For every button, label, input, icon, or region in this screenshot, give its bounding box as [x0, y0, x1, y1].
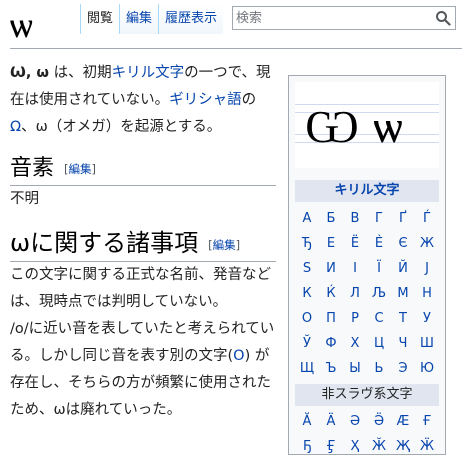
- letter-link[interactable]: Ъ: [319, 356, 343, 381]
- letter-link[interactable]: П: [319, 306, 343, 331]
- letter-link[interactable]: Ҳ: [343, 434, 367, 454]
- section-heading-facts: ѡに関する諸事項 [編集]: [10, 229, 276, 262]
- letter-link[interactable]: Ӕ: [391, 409, 415, 434]
- letter-link[interactable]: В: [343, 206, 367, 231]
- tab-history[interactable]: 履歴表示: [158, 4, 224, 34]
- letter-link[interactable]: Ғ: [415, 409, 439, 434]
- link-omega[interactable]: Ω: [10, 119, 21, 135]
- letter-link[interactable]: І: [343, 256, 367, 281]
- letter-link[interactable]: Ѓ: [415, 206, 439, 231]
- letter-link[interactable]: Й: [391, 256, 415, 281]
- letter-link[interactable]: Ӻ: [319, 434, 343, 454]
- letter-link[interactable]: Г: [367, 206, 391, 231]
- search-icon[interactable]: [435, 10, 451, 26]
- letter-link[interactable]: Ә: [343, 409, 367, 434]
- letter-link[interactable]: Ї: [367, 256, 391, 281]
- glyph-text: Ѡ ѡ: [305, 99, 403, 153]
- search-box: [232, 6, 456, 30]
- non-slavic-letter-grid: ӐӒӘӚӔҒ ҔӺҲӁҖӜ: [295, 409, 439, 454]
- letter-link[interactable]: Р: [343, 306, 367, 331]
- letter-link[interactable]: Ф: [319, 331, 343, 356]
- edit-section-button[interactable]: 編集: [69, 162, 92, 176]
- letter-link[interactable]: О: [295, 306, 319, 331]
- page-title: ѡ: [10, 5, 33, 46]
- letter-link[interactable]: М: [391, 281, 415, 306]
- letter-link[interactable]: Ю: [415, 356, 439, 381]
- section-paragraph: /o/に近い音を表していたと考えられている。しかし同じ音を表す別の文字(О) が…: [10, 316, 276, 424]
- intro-text: 、ω（オメガ）を起源とする。: [21, 119, 222, 135]
- letter-link[interactable]: Ѐ: [367, 231, 391, 256]
- letter-link[interactable]: Ў: [295, 331, 319, 356]
- letter-link[interactable]: Ґ: [391, 206, 415, 231]
- section-heading-text: ѡに関する諸事項: [10, 229, 199, 257]
- letter-link[interactable]: С: [367, 306, 391, 331]
- letter-link[interactable]: Љ: [367, 281, 391, 306]
- letter-link[interactable]: Ӂ: [367, 434, 391, 454]
- letter-link[interactable]: Ӝ: [415, 434, 439, 454]
- letter-link[interactable]: К: [295, 281, 319, 306]
- letter-link[interactable]: Ӛ: [367, 409, 391, 434]
- letter-link[interactable]: Л: [343, 281, 367, 306]
- section-heading-phoneme: 音素 [編集]: [10, 155, 276, 186]
- view-tabs: 閲覧 編集 履歴表示: [80, 4, 224, 34]
- search-input[interactable]: [236, 9, 436, 27]
- intro-text: の: [241, 92, 257, 108]
- cyrillic-letter-grid: АБВГҐЃ ЂЕЁЀЄЖ ЅИІЇЙЈ КЌЛЉМН ОПРСТУ ЎФХЦЧШ ЩЪЫЬ…: [295, 206, 439, 381]
- tab-read[interactable]: 閲覧: [80, 4, 120, 34]
- letter-link[interactable]: А: [295, 206, 319, 231]
- letter-link[interactable]: Н: [415, 281, 439, 306]
- letter-link[interactable]: Ж: [415, 231, 439, 256]
- letter-link[interactable]: Ш: [415, 331, 439, 356]
- intro-paragraph: Ѡ, ѡ は、初期キリル文字の一つで、現在は使用されていない。ギリシャ語のΩ、ω…: [10, 60, 276, 141]
- letter-link[interactable]: Є: [391, 231, 415, 256]
- infobox-header-non-slavic: 非スラヴ系文字: [295, 384, 439, 406]
- link-greek[interactable]: ギリシャ語: [169, 92, 242, 108]
- intro-text: は、初期: [49, 65, 112, 81]
- title-divider: [10, 48, 462, 49]
- section-paragraph: この文字に関する正式な名前、発音などは、現時点では判明していない。: [10, 267, 271, 310]
- letter-link[interactable]: Ё: [343, 231, 367, 256]
- section-heading-text: 音素: [10, 156, 55, 181]
- letter-link[interactable]: Е: [319, 231, 343, 256]
- edit-section-link: [編集]: [208, 238, 241, 252]
- letter-link[interactable]: Щ: [295, 356, 319, 381]
- article-body: Ѡ, ѡ は、初期キリル文字の一つで、現在は使用されていない。ギリシャ語のΩ、ω…: [10, 60, 276, 424]
- edit-section-link: [編集]: [64, 162, 97, 176]
- letter-link[interactable]: Ј: [415, 256, 439, 281]
- link-o[interactable]: О: [233, 348, 244, 364]
- letter-link[interactable]: Ђ: [295, 231, 319, 256]
- letter-link[interactable]: Ӓ: [319, 409, 343, 434]
- letter-link[interactable]: Т: [391, 306, 415, 331]
- letter-link[interactable]: Ь: [367, 356, 391, 381]
- letter-link[interactable]: У: [415, 306, 439, 331]
- letter-link[interactable]: Җ: [391, 434, 415, 454]
- intro-lead: Ѡ, ѡ: [10, 65, 50, 81]
- edit-section-button[interactable]: 編集: [213, 238, 236, 252]
- letter-link[interactable]: И: [319, 256, 343, 281]
- letter-link[interactable]: Ц: [367, 331, 391, 356]
- tab-edit[interactable]: 編集: [119, 4, 159, 34]
- letter-link[interactable]: Ы: [343, 356, 367, 381]
- letter-link[interactable]: Ч: [391, 331, 415, 356]
- letter-link[interactable]: Х: [343, 331, 367, 356]
- letter-link[interactable]: Ѕ: [295, 256, 319, 281]
- letter-link[interactable]: Э: [391, 356, 415, 381]
- glyph-image: Ѡ ѡ: [295, 82, 439, 168]
- letter-link[interactable]: Ҕ: [295, 434, 319, 454]
- section-text: 不明: [10, 191, 39, 207]
- letter-link[interactable]: Ӑ: [295, 409, 319, 434]
- infobox: Ѡ ѡ キリル文字 АБВГҐЃ ЂЕЁЀЄЖ ЅИІЇЙЈ КЌЛЉМН ОПРСТУ…: [288, 75, 446, 455]
- infobox-header-cyrillic[interactable]: キリル文字: [295, 180, 439, 202]
- letter-link[interactable]: Ќ: [319, 281, 343, 306]
- letter-link[interactable]: Б: [319, 206, 343, 231]
- link-cyrillic[interactable]: キリル文字: [112, 65, 185, 81]
